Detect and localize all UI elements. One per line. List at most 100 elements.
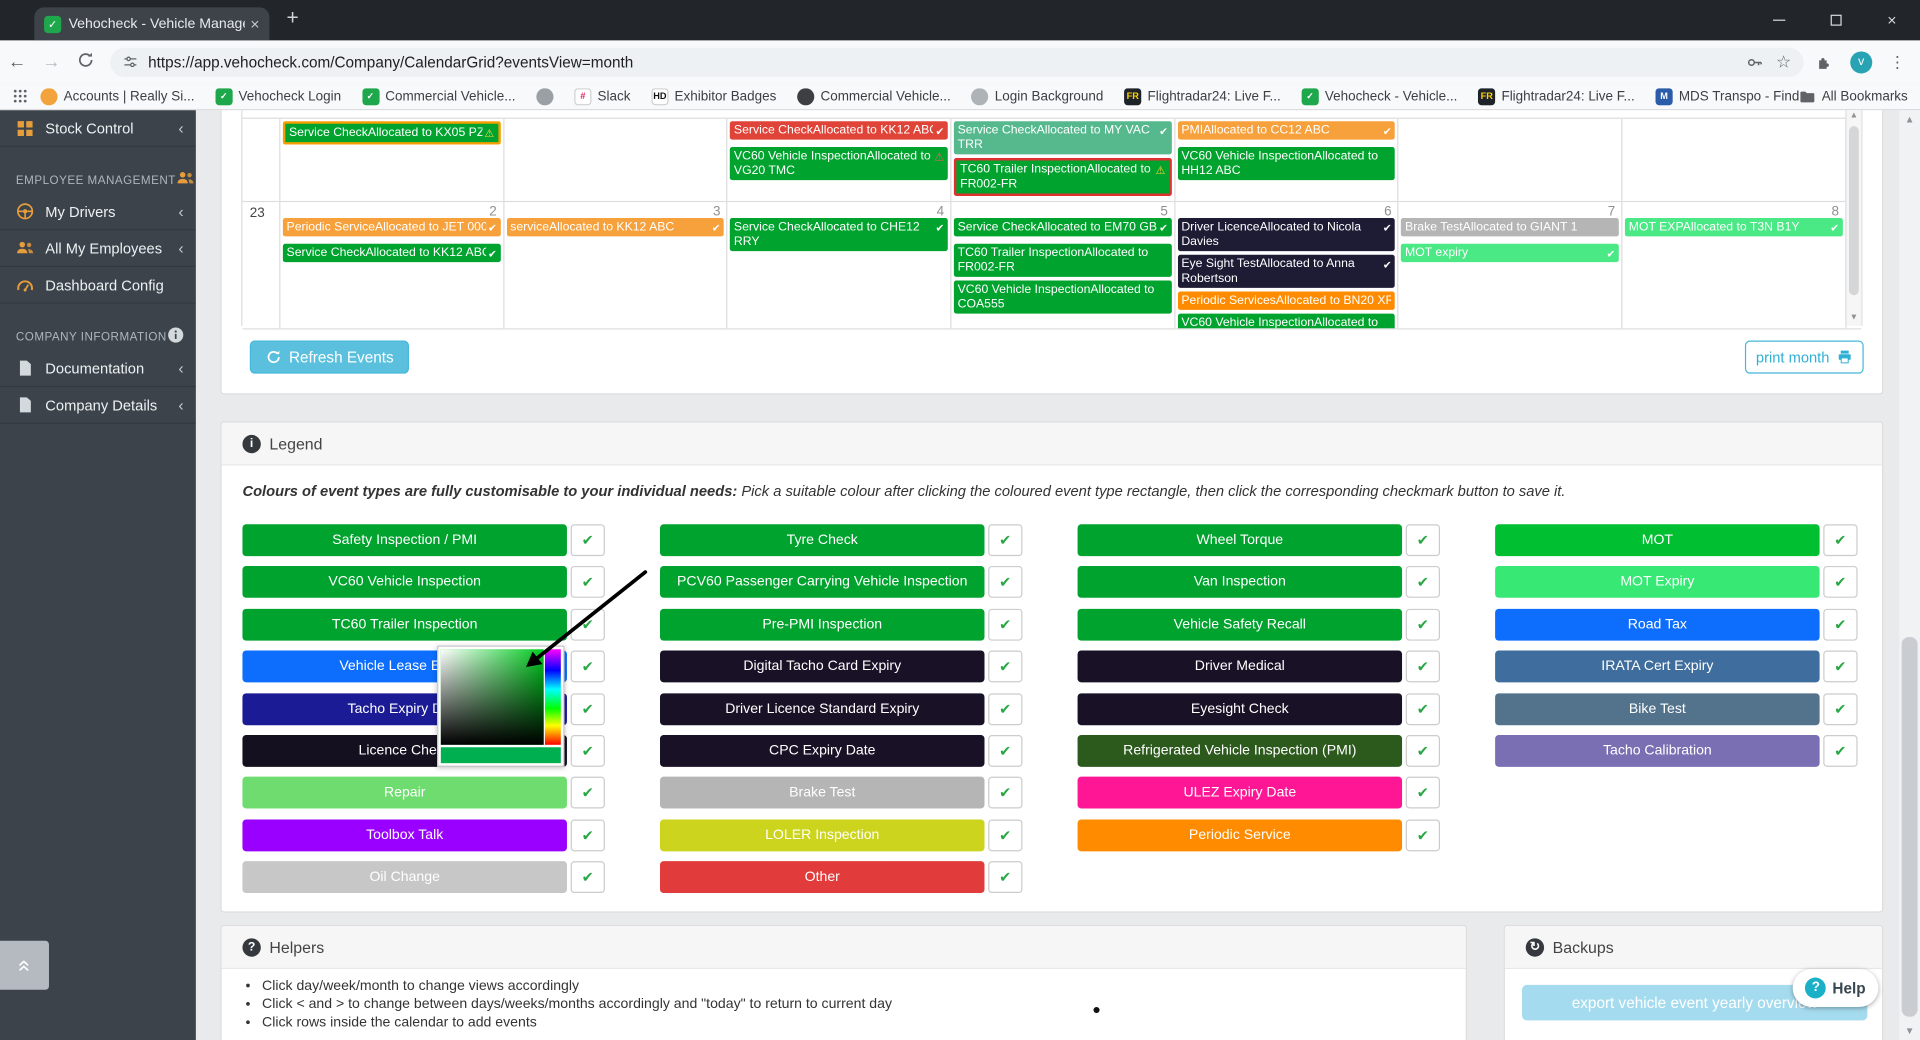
- legend-save-button[interactable]: ✔: [988, 861, 1023, 894]
- calendar-scroll-thumb[interactable]: [1848, 126, 1859, 296]
- legend-color-bar[interactable]: Refrigerated Vehicle Inspection (PMI): [1077, 734, 1403, 767]
- legend-color-bar[interactable]: Oil Change: [242, 861, 567, 894]
- legend-save-button[interactable]: ✔: [1405, 650, 1441, 683]
- legend-color-bar[interactable]: Vehicle Safety Recall: [1077, 608, 1403, 641]
- all-bookmarks-button[interactable]: All Bookmarks: [1798, 88, 1908, 105]
- calendar-event[interactable]: Brake TestAllocated to GIANT 1: [1401, 218, 1619, 237]
- calendar-event[interactable]: VC60 Vehicle InspectionAllocated to COA5…: [953, 280, 1172, 314]
- scroll-up-icon[interactable]: ▲: [1899, 110, 1920, 128]
- minimize-button[interactable]: [1751, 0, 1807, 40]
- legend-save-button[interactable]: ✔: [988, 566, 1023, 599]
- calendar-day-cell[interactable]: [504, 118, 728, 201]
- legend-color-bar[interactable]: Tacho Calibration: [1495, 734, 1820, 767]
- legend-color-bar[interactable]: Other: [660, 861, 985, 894]
- calendar-event[interactable]: Periodic ServicesAllocated to BN20 XRP: [1177, 291, 1396, 310]
- legend-save-button[interactable]: ✔: [570, 524, 605, 557]
- legend-color-bar[interactable]: Periodic Service: [1077, 819, 1403, 852]
- page-scroll-thumb[interactable]: [1901, 637, 1918, 1017]
- sidebar-item-my-drivers[interactable]: My Drivers ‹: [0, 194, 196, 231]
- bookmark-item[interactable]: Login Background: [971, 87, 1103, 105]
- profile-avatar[interactable]: v: [1850, 50, 1873, 73]
- legend-save-button[interactable]: ✔: [988, 777, 1023, 809]
- legend-color-bar[interactable]: CPC Expiry Date: [660, 734, 985, 767]
- legend-save-button[interactable]: ✔: [1823, 734, 1858, 767]
- legend-save-button[interactable]: ✔: [988, 524, 1023, 557]
- calendar-day-cell[interactable]: 2 Periodic ServiceAllocated to JET 000 ✔ Se…: [280, 202, 505, 329]
- calendar-event[interactable]: Driver LicenceAllocated to Nicola Davies…: [1177, 218, 1396, 252]
- password-key-icon[interactable]: [1747, 53, 1764, 70]
- legend-save-button[interactable]: ✔: [1823, 524, 1858, 557]
- scroll-to-top-button[interactable]: «: [0, 940, 49, 990]
- bookmark-star-icon[interactable]: ☆: [1776, 51, 1791, 72]
- sidebar-item-all-my-employees[interactable]: All My Employees ‹: [0, 230, 196, 268]
- legend-color-bar[interactable]: Pre-PMI Inspection: [660, 608, 985, 641]
- site-settings-icon[interactable]: [122, 54, 138, 70]
- calendar-event[interactable]: Periodic ServiceAllocated to JET 000 ✔: [282, 218, 501, 237]
- legend-color-bar[interactable]: ULEZ Expiry Date: [1077, 777, 1403, 809]
- browser-tab[interactable]: ✓ Vehocheck - Vehicle Managem... ×: [34, 7, 270, 41]
- legend-save-button[interactable]: ✔: [1823, 692, 1858, 725]
- calendar-day-cell[interactable]: 3 serviceAllocated to KK12 ABC ✔: [504, 202, 728, 329]
- calendar-event[interactable]: MOT expiry ✔: [1401, 243, 1619, 263]
- legend-color-bar[interactable]: MOT: [1495, 524, 1820, 557]
- extensions-puzzle-icon[interactable]: [1816, 53, 1833, 70]
- legend-color-bar[interactable]: Bike Test: [1495, 692, 1820, 725]
- bookmark-item[interactable]: HD Exhibitor Badges: [651, 87, 776, 105]
- legend-save-button[interactable]: ✔: [570, 734, 605, 767]
- address-bar[interactable]: https://app.vehocheck.com/Company/Calend…: [110, 47, 1804, 77]
- legend-save-button[interactable]: ✔: [570, 566, 605, 599]
- legend-save-button[interactable]: ✔: [570, 861, 605, 894]
- calendar-day-cell[interactable]: Service CheckAllocated to KX05 PZF ⚠: [280, 118, 505, 201]
- bookmark-item[interactable]: Commercial Vehicle...: [797, 87, 951, 105]
- sidebar-item-company-details[interactable]: Company Details ‹: [0, 387, 196, 424]
- calendar-scrollbar[interactable]: ▲ ▼: [1845, 110, 1862, 326]
- scroll-down-icon[interactable]: ▼: [1847, 311, 1862, 326]
- legend-save-button[interactable]: ✔: [1405, 777, 1441, 809]
- legend-color-bar[interactable]: Road Tax: [1495, 608, 1820, 641]
- calendar-day-cell[interactable]: 5 Service CheckAllocated to EM70 GBL ✔ TC60…: [952, 202, 1176, 329]
- bookmark-item[interactable]: Accounts | Really Si...: [40, 87, 194, 105]
- legend-color-bar[interactable]: Brake Test: [660, 777, 985, 809]
- legend-save-button[interactable]: ✔: [1823, 608, 1858, 641]
- calendar-event[interactable]: PMIAllocated to CC12 ABC ✔: [1177, 121, 1396, 140]
- colorpicker-hue-slider[interactable]: [544, 649, 561, 745]
- browser-menu-icon[interactable]: ⋮: [1889, 52, 1905, 72]
- legend-color-bar[interactable]: Eyesight Check: [1077, 692, 1403, 725]
- legend-save-button[interactable]: ✔: [988, 608, 1023, 641]
- help-button[interactable]: ? Help: [1792, 968, 1879, 1007]
- calendar-event[interactable]: serviceAllocated to KK12 ABC ✔: [506, 218, 725, 237]
- calendar-event[interactable]: Service CheckAllocated to KK12 ABC ✔: [730, 121, 948, 140]
- legend-save-button[interactable]: ✔: [988, 734, 1023, 767]
- legend-color-bar[interactable]: Toolbox Talk: [242, 819, 567, 852]
- calendar-event[interactable]: Service CheckAllocated to MY VAC TRR ✔: [953, 121, 1172, 155]
- calendar-event[interactable]: TC60 Trailer InspectionAllocated to FR00…: [953, 158, 1172, 196]
- calendar-day-cell[interactable]: [1399, 118, 1623, 201]
- bookmark-item[interactable]: # Slack: [574, 87, 630, 105]
- legend-save-button[interactable]: ✔: [1405, 608, 1441, 641]
- bookmark-item[interactable]: ✓ Commercial Vehicle...: [361, 87, 515, 105]
- legend-color-bar[interactable]: MOT Expiry: [1495, 566, 1820, 599]
- bookmark-item[interactable]: FR Flightradar24: Live F...: [1124, 87, 1281, 105]
- legend-color-bar[interactable]: Driver Licence Standard Expiry: [660, 692, 985, 725]
- bookmark-item[interactable]: ✓ Vehocheck - Vehicle...: [1301, 87, 1457, 105]
- calendar-day-cell[interactable]: Service CheckAllocated to KK12 ABC ✔ VC60 …: [728, 118, 952, 201]
- sidebar-item-documentation[interactable]: Documentation ‹: [0, 350, 196, 388]
- legend-save-button[interactable]: ✔: [1405, 524, 1441, 557]
- legend-save-button[interactable]: ✔: [1823, 566, 1858, 599]
- forward-icon[interactable]: →: [34, 51, 68, 72]
- bookmark-item[interactable]: FR Flightradar24: Live F...: [1478, 87, 1635, 105]
- legend-save-button[interactable]: ✔: [570, 777, 605, 809]
- legend-save-button[interactable]: ✔: [570, 692, 605, 725]
- legend-color-bar[interactable]: Digital Tacho Card Expiry: [660, 650, 985, 683]
- reload-icon[interactable]: [69, 51, 103, 73]
- close-button[interactable]: ×: [1864, 0, 1920, 40]
- bookmark-item[interactable]: ✓ Vehocheck Login: [215, 87, 341, 105]
- legend-save-button[interactable]: ✔: [988, 650, 1023, 683]
- legend-color-bar[interactable]: LOLER Inspection: [660, 819, 985, 852]
- calendar-event[interactable]: Eye Sight TestAllocated to Anna Robertso…: [1177, 254, 1396, 288]
- calendar-event[interactable]: MOT EXPAllocated to T3N B1Y ✔: [1625, 218, 1843, 237]
- calendar-event[interactable]: Service CheckAllocated to KK12 ABC ✔: [282, 243, 501, 263]
- calendar-day-cell[interactable]: [1623, 118, 1847, 201]
- calendar-event[interactable]: Service CheckAllocated to CHE12 RRY ✔: [730, 218, 948, 252]
- calendar-event[interactable]: TC60 Trailer InspectionAllocated to FR00…: [953, 243, 1172, 277]
